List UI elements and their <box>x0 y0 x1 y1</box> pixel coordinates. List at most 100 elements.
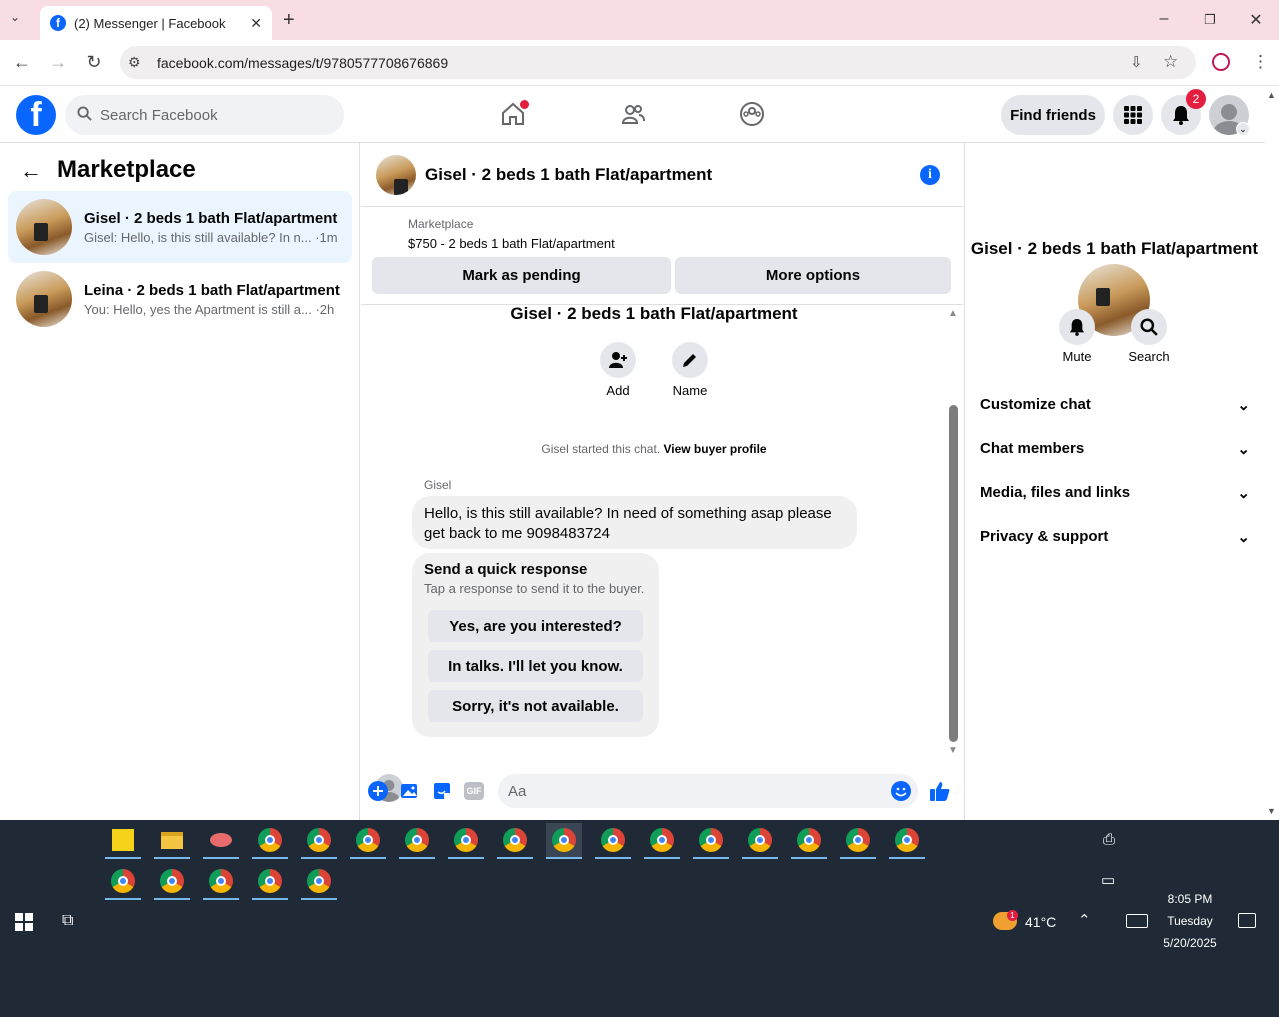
tab-search-icon[interactable]: ⌄ <box>10 10 20 24</box>
account-chevron-icon[interactable]: ⌄ <box>1236 122 1250 136</box>
view-buyer-profile-link[interactable]: View buyer profile <box>663 442 766 456</box>
back-arrow-icon[interactable]: ← <box>20 158 42 184</box>
photo-icon[interactable] <box>399 780 421 802</box>
chrome-icon[interactable] <box>252 864 288 900</box>
quick-response-button[interactable]: Sorry, it's not available. <box>428 690 643 722</box>
quick-response-title: Send a quick response <box>424 561 588 578</box>
tab-close-icon[interactable]: ✕ <box>250 15 262 32</box>
chrome-icon[interactable] <box>693 823 729 859</box>
chrome-icon[interactable] <box>350 823 386 859</box>
chrome-icon-active[interactable] <box>546 823 582 859</box>
clock-day[interactable]: Tuesday <box>1160 914 1220 928</box>
gif-icon[interactable]: GIF <box>463 780 485 802</box>
message-bubble[interactable]: Hello, is this still available? In need … <box>412 496 857 549</box>
search-chat-icon[interactable] <box>1131 309 1167 345</box>
groups-icon[interactable] <box>737 99 767 129</box>
chat-members-section[interactable]: Chat members ⌄ <box>980 440 1250 458</box>
emoji-icon[interactable] <box>890 780 912 802</box>
chrome-icon[interactable] <box>889 823 925 859</box>
facebook-search-input[interactable]: Search Facebook <box>65 95 344 135</box>
chrome-icon[interactable] <box>252 823 288 859</box>
chrome-icon[interactable] <box>742 823 778 859</box>
address-bar[interactable]: facebook.com/messages/t/9780577708676869 <box>120 46 1196 79</box>
new-tab-icon[interactable]: + <box>283 9 295 32</box>
add-person-icon[interactable] <box>600 342 636 378</box>
minimize-icon[interactable]: – <box>1154 10 1174 28</box>
meet-now-icon[interactable]: ⎙ <box>1103 831 1115 848</box>
mute-label: Mute <box>1062 349 1092 364</box>
chat-scrollbar[interactable] <box>949 405 958 742</box>
forward-icon[interactable]: → <box>46 52 70 73</box>
chat-name-heading: Gisel · 2 beds 1 bath Flat/apartment <box>510 304 798 323</box>
clock-date[interactable]: 5/20/2025 <box>1155 936 1225 950</box>
menu-grid-icon[interactable] <box>1113 95 1153 135</box>
snipping-tool-icon[interactable] <box>203 823 239 859</box>
chrome-icon[interactable] <box>105 864 141 900</box>
chrome-icon[interactable] <box>497 823 533 859</box>
sticker-icon[interactable] <box>431 780 453 802</box>
info-icon[interactable]: i <box>920 165 940 185</box>
chrome-icon[interactable] <box>301 823 337 859</box>
clock-time[interactable]: 8:05 PM <box>1160 892 1220 906</box>
page-scroll-up-icon[interactable]: ▲ <box>1267 90 1276 100</box>
weather-temp[interactable]: 41°C <box>1025 914 1056 930</box>
restore-icon[interactable]: ❐ <box>1200 12 1220 28</box>
browser-tab[interactable]: f (2) Messenger | Facebook ✕ <box>40 6 272 40</box>
more-options-button[interactable]: More options <box>675 257 951 294</box>
chrome-icon[interactable] <box>791 823 827 859</box>
section-label: Customize chat <box>980 396 1091 413</box>
file-explorer-icon[interactable] <box>154 823 190 859</box>
conversation-item[interactable]: Gisel · 2 beds 1 bath Flat/apartment Gis… <box>8 191 352 263</box>
task-view-icon[interactable]: ⧉ <box>62 912 73 930</box>
friends-icon[interactable] <box>618 99 648 129</box>
browser-menu-icon[interactable]: ⋮ <box>1252 52 1269 72</box>
marketplace-label: Marketplace <box>408 217 474 231</box>
window-close-icon[interactable]: ✕ <box>1246 10 1266 30</box>
mute-bell-icon[interactable] <box>1059 309 1095 345</box>
install-app-icon[interactable]: ⇩ <box>1130 53 1143 71</box>
action-center-icon[interactable] <box>1238 913 1256 928</box>
display-icon[interactable]: ▭ <box>1101 871 1115 889</box>
customize-chat-section[interactable]: Customize chat ⌄ <box>980 396 1250 414</box>
media-files-links-section[interactable]: Media, files and links ⌄ <box>980 484 1250 502</box>
chrome-icon[interactable] <box>644 823 680 859</box>
page-scroll-down-icon[interactable]: ▼ <box>1267 806 1276 816</box>
chrome-icon[interactable] <box>595 823 631 859</box>
listing-thumbnail <box>16 271 72 327</box>
chevron-down-icon: ⌄ <box>1237 529 1250 546</box>
back-icon[interactable]: ← <box>10 52 34 73</box>
privacy-support-section[interactable]: Privacy & support ⌄ <box>980 528 1250 546</box>
plus-icon[interactable] <box>367 780 389 802</box>
scroll-up-icon[interactable]: ▲ <box>948 308 958 319</box>
site-settings-icon[interactable]: ⚙ <box>128 54 141 71</box>
quick-response-button[interactable]: In talks. I'll let you know. <box>428 650 643 682</box>
search-placeholder: Search Facebook <box>100 106 218 124</box>
chevron-down-icon: ⌄ <box>1237 397 1250 414</box>
chrome-icon[interactable] <box>448 823 484 859</box>
sticky-notes-icon[interactable] <box>105 823 141 859</box>
windows-start-icon[interactable] <box>15 913 33 936</box>
edit-name-icon[interactable] <box>672 342 708 378</box>
bookmark-star-icon[interactable]: ☆ <box>1163 52 1178 72</box>
chrome-icon[interactable] <box>301 864 337 900</box>
scroll-down-icon[interactable]: ▼ <box>948 745 958 756</box>
quick-response-button[interactable]: Yes, are you interested? <box>428 610 643 642</box>
chrome-icon[interactable] <box>399 823 435 859</box>
page-scrollbar[interactable] <box>1265 87 1279 820</box>
weather-badge: 1 <box>1007 910 1018 921</box>
chat-header[interactable]: Gisel · 2 beds 1 bath Flat/apartment <box>361 143 963 207</box>
find-friends-button[interactable]: Find friends <box>1001 95 1105 135</box>
tray-chevron-up-icon[interactable]: ⌃ <box>1078 911 1091 929</box>
reload-icon[interactable]: ↻ <box>82 52 106 73</box>
listing-title[interactable]: $750 - 2 beds 1 bath Flat/apartment <box>408 236 615 251</box>
chrome-icon[interactable] <box>840 823 876 859</box>
conversation-item[interactable]: Leina · 2 beds 1 bath Flat/apartment You… <box>8 263 352 335</box>
keyboard-icon[interactable] <box>1126 914 1148 928</box>
facebook-logo-icon[interactable]: f <box>16 95 56 135</box>
message-input[interactable]: Aa <box>498 774 918 808</box>
mark-as-pending-button[interactable]: Mark as pending <box>372 257 671 294</box>
thumbs-up-icon[interactable] <box>929 780 951 802</box>
profile-icon[interactable] <box>1212 53 1230 71</box>
chrome-icon[interactable] <box>203 864 239 900</box>
chrome-icon[interactable] <box>154 864 190 900</box>
